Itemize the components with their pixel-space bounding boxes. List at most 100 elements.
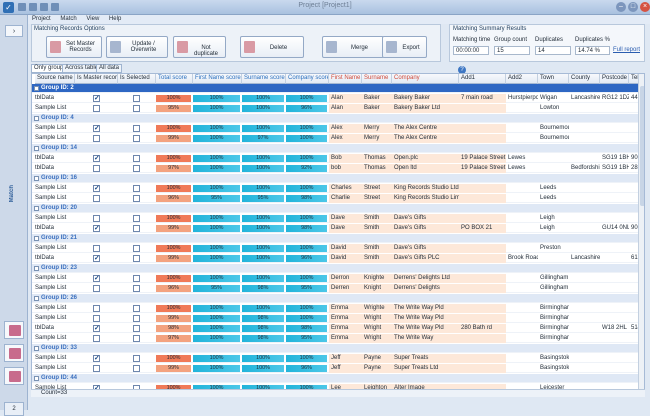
sidebar-report-icon[interactable] — [4, 321, 24, 339]
selected-checkbox[interactable] — [133, 185, 140, 192]
selected-checkbox[interactable] — [133, 325, 140, 332]
master-checkbox[interactable] — [93, 184, 100, 192]
group-expander[interactable] — [34, 296, 39, 301]
menu-project[interactable]: Project — [28, 15, 55, 24]
export-button[interactable]: Export — [382, 36, 427, 58]
menu-match[interactable]: Match — [56, 15, 80, 24]
table-row[interactable]: Sample List 96% 95% 95% 98% Charlie Street King… — [32, 194, 638, 203]
selected-checkbox[interactable] — [133, 225, 140, 232]
master-checkbox[interactable] — [93, 324, 100, 332]
master-checkbox[interactable] — [93, 154, 100, 162]
table-row[interactable]: Sample List 96% 95% 98% 95% Derren Knight Derre… — [32, 284, 638, 293]
table-row[interactable]: Sample List 100% 100% 100% 100% Emma Wrighte Th… — [32, 304, 638, 313]
selected-checkbox[interactable] — [133, 285, 140, 292]
group-row[interactable]: Group ID: 16 — [32, 174, 638, 183]
selected-checkbox[interactable] — [133, 215, 140, 222]
master-checkbox[interactable] — [93, 245, 100, 252]
sidebar-page-number[interactable]: 2 — [4, 402, 24, 416]
merge-button[interactable]: Merge — [322, 36, 384, 58]
master-checkbox[interactable] — [93, 274, 100, 282]
master-checkbox[interactable] — [93, 335, 100, 342]
group-row[interactable]: Group ID: 14 — [32, 144, 638, 153]
sidebar-match-label[interactable]: Match — [9, 185, 15, 202]
maximize-button[interactable]: □ — [628, 2, 638, 12]
selected-checkbox[interactable] — [133, 255, 140, 262]
master-checkbox[interactable] — [93, 365, 100, 372]
table-row[interactable]: Sample List 100% 100% 100% 100% David Smith Dav… — [32, 244, 638, 253]
group-expander[interactable] — [34, 146, 39, 151]
group-row[interactable]: Group ID: 44 — [32, 374, 638, 383]
master-checkbox[interactable] — [93, 315, 100, 322]
column-header-company-score[interactable]: Company score — [286, 74, 329, 84]
column-header-telephone[interactable]: Telephone — [629, 74, 638, 84]
master-checkbox[interactable] — [93, 124, 100, 132]
selected-checkbox[interactable] — [133, 125, 140, 132]
column-header-first-name-score[interactable]: First Name score — [193, 74, 242, 84]
group-row[interactable]: Group ID: 4 — [32, 114, 638, 123]
sidebar-expand-button[interactable]: › — [5, 25, 23, 37]
update-overwrite-button[interactable]: Update / Overwrite — [106, 36, 168, 58]
master-checkbox[interactable] — [93, 254, 100, 262]
table-row[interactable]: tblData100%100%100%100%AlanBakerBakery B… — [32, 94, 638, 103]
master-checkbox[interactable] — [93, 224, 100, 232]
close-button[interactable]: × — [640, 2, 650, 12]
selected-checkbox[interactable] — [133, 135, 140, 142]
table-row[interactable]: Sample List 97% 100% 98% 95% Emma Wright The Wr… — [32, 334, 638, 343]
sidebar-edit-icon[interactable] — [4, 344, 24, 362]
column-header-is-master[interactable]: Is Master record — [75, 74, 118, 84]
master-checkbox[interactable] — [93, 195, 100, 202]
column-header-total-score[interactable]: Total score — [156, 74, 193, 84]
selected-checkbox[interactable] — [133, 305, 140, 312]
selected-checkbox[interactable] — [133, 155, 140, 162]
group-expander[interactable] — [34, 376, 39, 381]
table-row[interactable]: tblData100%100%100%100%BobThomasOpen.plc… — [32, 154, 638, 163]
master-checkbox[interactable] — [93, 94, 100, 102]
master-checkbox[interactable] — [93, 215, 100, 222]
master-checkbox[interactable] — [93, 305, 100, 312]
column-header-surname[interactable]: Surname — [362, 74, 392, 84]
selected-checkbox[interactable] — [133, 105, 140, 112]
vertical-scrollbar[interactable] — [638, 74, 644, 390]
master-checkbox[interactable] — [93, 105, 100, 112]
selected-checkbox[interactable] — [133, 365, 140, 372]
column-header-surname-score[interactable]: Surname score — [242, 74, 286, 84]
table-row[interactable]: Sample List100%100%100%100%JeffPayneSupe… — [32, 354, 638, 363]
column-header-town[interactable]: Town — [538, 74, 569, 84]
table-row[interactable]: Sample List 99% 100% 98% 100% Emma Wright The W… — [32, 314, 638, 323]
column-header-first-name[interactable]: First Name — [329, 74, 362, 84]
delete-button[interactable]: Delete — [240, 36, 304, 58]
master-checkbox[interactable] — [93, 135, 100, 142]
table-row[interactable]: tblData99%100%100%96%DavidSmithDave's Gi… — [32, 254, 638, 263]
full-report-link[interactable]: Full report — [613, 47, 640, 53]
column-header-is-selected[interactable]: Is Selected — [118, 74, 156, 84]
group-row[interactable]: Group ID: 21 — [32, 234, 638, 243]
group-row[interactable]: Group ID: 2 — [32, 84, 638, 93]
group-expander[interactable] — [34, 206, 39, 211]
not-duplicate-button[interactable]: Not duplicate — [173, 36, 226, 58]
selected-checkbox[interactable] — [133, 335, 140, 342]
minimize-button[interactable]: – — [616, 2, 626, 12]
set-master-records-button[interactable]: Set Master Records — [46, 36, 102, 58]
tab-all-data[interactable]: All data — [96, 64, 123, 73]
master-checkbox[interactable] — [93, 165, 100, 172]
table-row[interactable]: Sample List100%100%100%100%AlexMerryThe … — [32, 124, 638, 133]
group-expander[interactable] — [34, 86, 39, 91]
master-checkbox[interactable] — [93, 354, 100, 362]
selected-checkbox[interactable] — [133, 355, 140, 362]
table-row[interactable]: Sample List 99% 100% 100% 96% Jeff Payne Super … — [32, 364, 638, 373]
group-expander[interactable] — [34, 236, 39, 241]
group-row[interactable]: Group ID: 23 — [32, 264, 638, 273]
selected-checkbox[interactable] — [133, 165, 140, 172]
group-expander[interactable] — [34, 346, 39, 351]
group-row[interactable]: Group ID: 26 — [32, 294, 638, 303]
table-row[interactable]: tblData 97% 100% 100% 92% bob Thomas Open ltd 19… — [32, 164, 638, 173]
column-header-county[interactable]: County — [569, 74, 600, 84]
group-row[interactable]: Group ID: 33 — [32, 344, 638, 353]
selected-checkbox[interactable] — [133, 245, 140, 252]
table-row[interactable]: Sample List100%100%100%100%CharlesStreet… — [32, 184, 638, 193]
table-row[interactable]: Sample List 99% 100% 97% 100% Alex Merry The Al… — [32, 134, 638, 143]
menu-view[interactable]: View — [82, 15, 103, 24]
selected-checkbox[interactable] — [133, 275, 140, 282]
table-row[interactable]: tblData99%100%100%98%DaveSmithDave's Gif… — [32, 224, 638, 233]
sidebar-pdf-icon[interactable] — [4, 367, 24, 385]
